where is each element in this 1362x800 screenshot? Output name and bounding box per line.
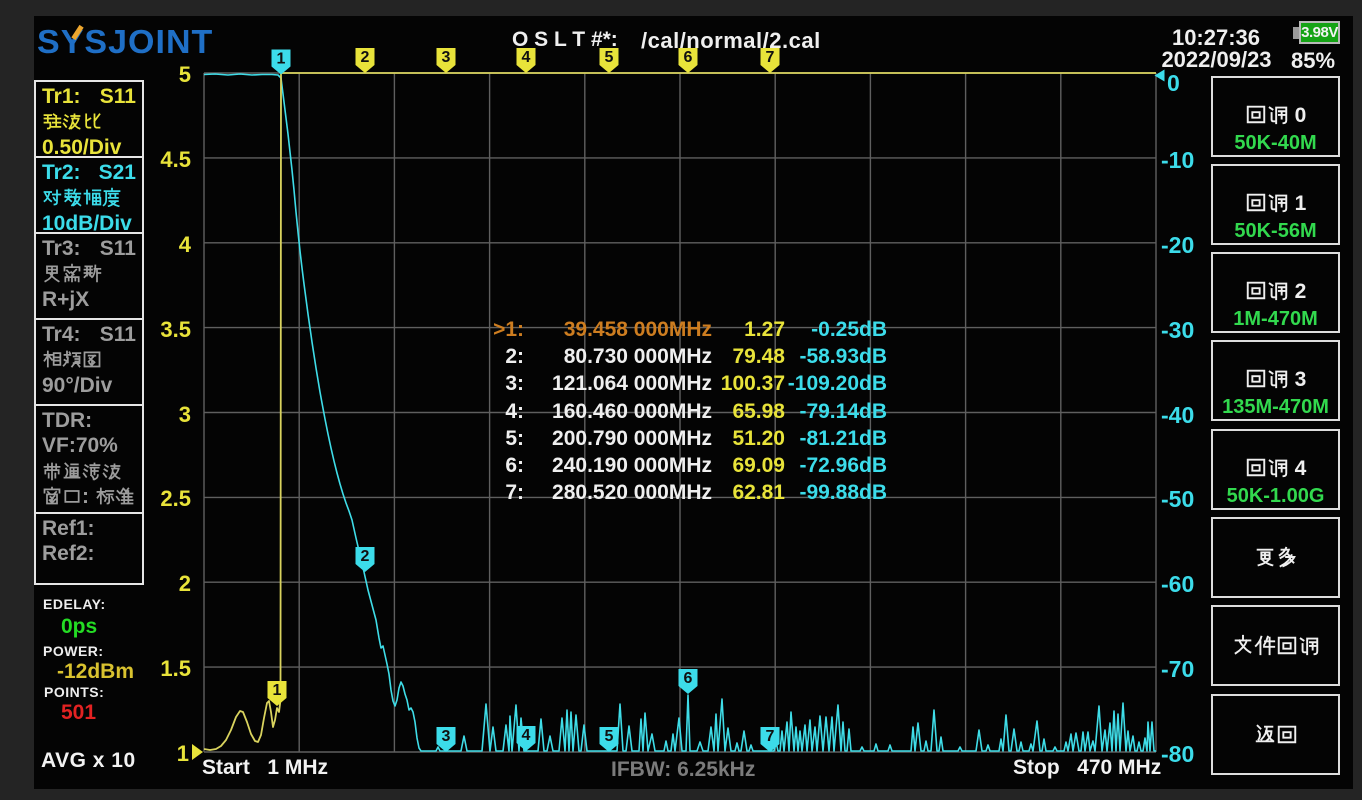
svg-text:7: 7 — [766, 728, 775, 745]
svg-text:7: 7 — [766, 49, 775, 66]
svg-text:2: 2 — [361, 49, 370, 66]
svg-text:2: 2 — [361, 548, 370, 565]
svg-text:3: 3 — [442, 49, 451, 66]
svg-text:6: 6 — [684, 670, 693, 687]
svg-text:3: 3 — [442, 728, 451, 745]
svg-text:1: 1 — [277, 51, 286, 68]
svg-text:1: 1 — [273, 682, 282, 699]
svg-text:6: 6 — [684, 49, 693, 66]
svg-text:4: 4 — [522, 727, 531, 744]
svg-text:5: 5 — [605, 728, 614, 745]
svg-text:4: 4 — [522, 49, 531, 66]
svg-text:5: 5 — [605, 49, 614, 66]
